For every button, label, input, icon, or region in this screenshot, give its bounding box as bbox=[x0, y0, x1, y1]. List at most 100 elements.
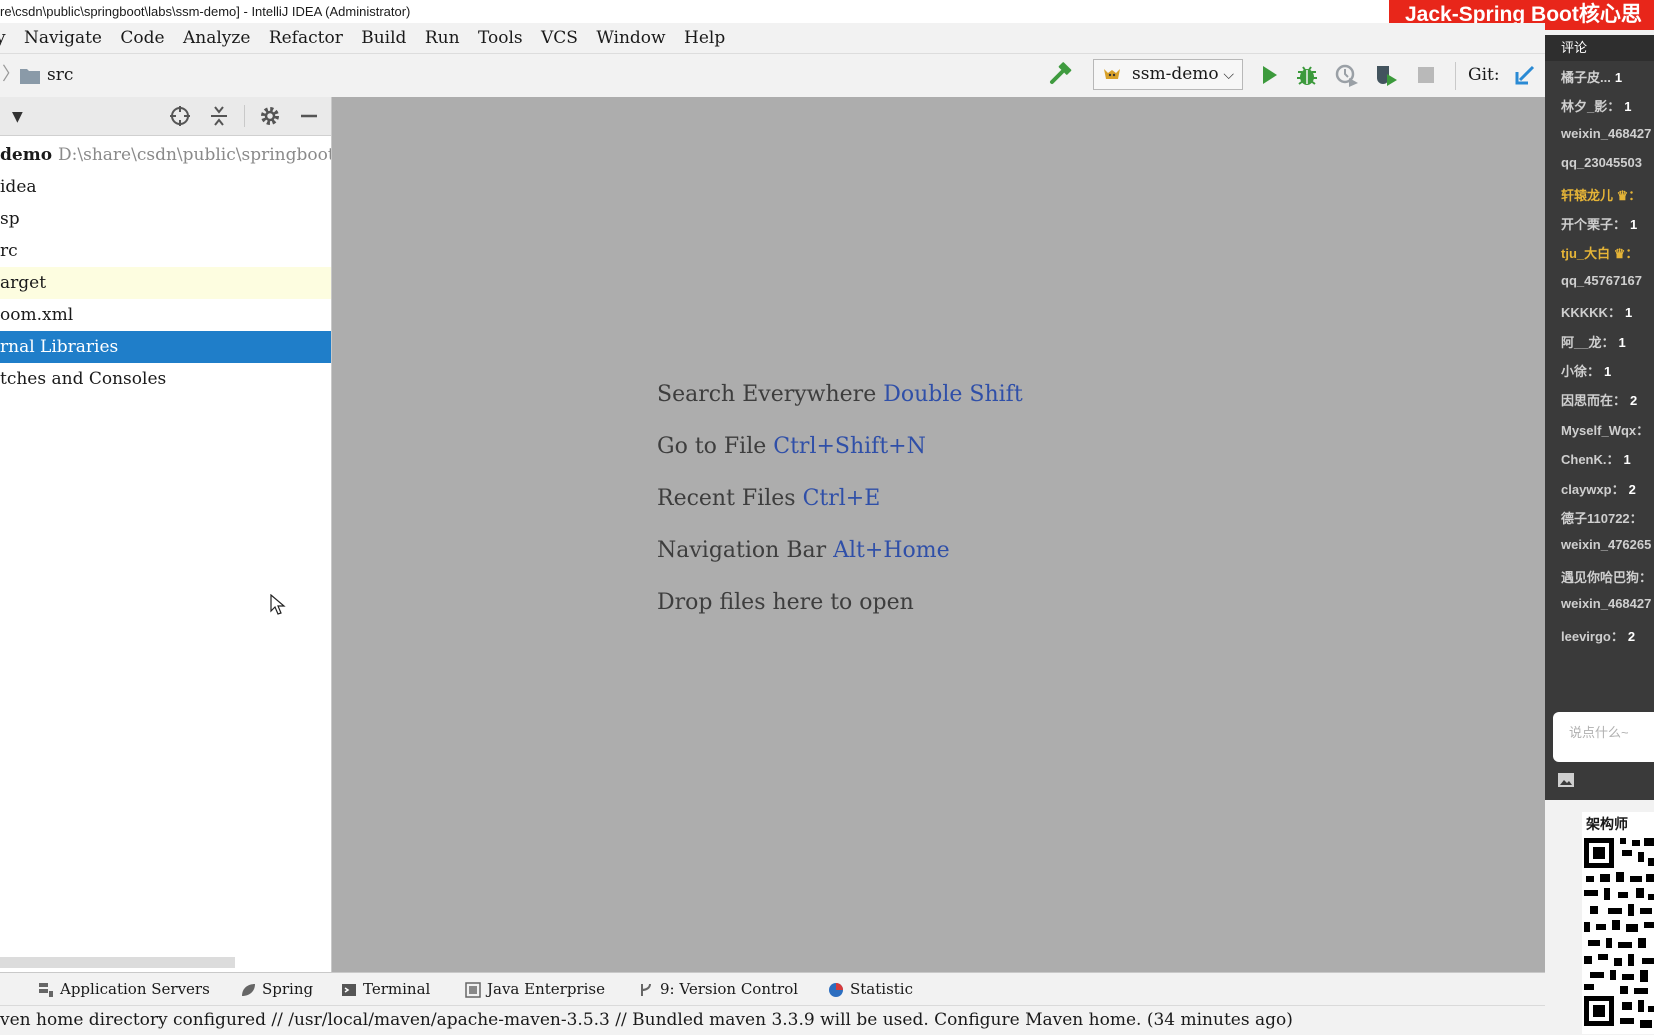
run-configuration-select[interactable]: ssm-demo ⌵ bbox=[1093, 59, 1243, 90]
menu-window[interactable]: Window bbox=[596, 23, 665, 53]
comment-item: 德子110722： bbox=[1561, 508, 1647, 527]
comment-user: 林夕_影： bbox=[1561, 99, 1621, 115]
header-separator bbox=[244, 105, 245, 127]
comment-user: KKKKK： bbox=[1561, 305, 1621, 321]
qr-code-icon bbox=[1584, 838, 1654, 1028]
tool-label: Statistic bbox=[850, 980, 913, 998]
spring-leaf-icon bbox=[242, 984, 255, 996]
editor-empty-area[interactable]: Search Everywhere Double Shift Go to Fil… bbox=[332, 97, 1545, 972]
tree-item-idea[interactable]: idea bbox=[0, 171, 331, 203]
tool-java-enterprise[interactable]: Java Enterprise bbox=[465, 973, 605, 1005]
comment-user: 阿__龙： bbox=[1561, 334, 1615, 350]
toolbar-separator bbox=[1455, 62, 1456, 90]
navigation-toolbar: 〉 src ssm-demo ⌵ Git: bbox=[0, 53, 1545, 99]
menu-code[interactable]: Code bbox=[120, 23, 164, 53]
tree-item-pom-xml[interactable]: oom.xml bbox=[0, 299, 331, 331]
stop-icon[interactable] bbox=[1413, 62, 1439, 88]
comment-item: 橘子皮... 1 bbox=[1561, 67, 1622, 86]
hint-text: Drop files here to open bbox=[657, 590, 914, 615]
debug-bug-icon[interactable] bbox=[1294, 62, 1320, 88]
menu-run[interactable]: Run bbox=[425, 23, 460, 53]
comment-user: tju_大白 ♛： bbox=[1561, 246, 1639, 262]
folder-icon bbox=[20, 69, 40, 84]
comment-item: claywxp： 2 bbox=[1561, 479, 1636, 498]
comment-value: 2 bbox=[1630, 393, 1638, 409]
comment-value: 1 bbox=[1630, 217, 1638, 232]
tree-item-src[interactable]: rc bbox=[0, 235, 331, 267]
menu-build[interactable]: Build bbox=[361, 23, 406, 53]
profile-icon[interactable] bbox=[1373, 62, 1399, 88]
chevron-down-icon[interactable]: ▼ bbox=[12, 109, 23, 125]
tree-item-external-libraries[interactable]: rnal Libraries bbox=[0, 331, 331, 363]
tree-item-jsp[interactable]: sp bbox=[0, 203, 331, 235]
comment-item: 因思而在： 2 bbox=[1561, 390, 1637, 409]
comment-user: weixin_476265 bbox=[1561, 537, 1652, 553]
menu-vcs[interactable]: VCS bbox=[541, 23, 578, 53]
version-control-icon bbox=[641, 983, 651, 996]
horizontal-scrollbar[interactable] bbox=[0, 957, 235, 968]
menu-refactor[interactable]: Refactor bbox=[269, 23, 343, 53]
menu-navigate[interactable]: Navigate bbox=[24, 23, 102, 53]
comment-user: 因思而在： bbox=[1561, 393, 1627, 409]
tree-root-project[interactable]: demo D:\share\csdn\public\springboot\l bbox=[0, 139, 331, 171]
tree-item-target[interactable]: arget bbox=[0, 267, 331, 299]
java-enterprise-icon bbox=[465, 982, 481, 998]
image-upload-icon[interactable] bbox=[1557, 772, 1575, 788]
locate-crosshair-icon[interactable] bbox=[168, 104, 192, 128]
hint-shortcut: Alt+Home bbox=[833, 538, 950, 563]
terminal-icon bbox=[342, 984, 356, 996]
menu-help[interactable]: Help bbox=[684, 23, 725, 53]
comment-item: 遇见你哈巴狗： bbox=[1561, 567, 1654, 586]
tool-spring[interactable]: Spring bbox=[240, 973, 313, 1005]
hint-recent-files: Recent Files Ctrl+E bbox=[657, 485, 880, 513]
mouse-cursor-icon bbox=[270, 594, 286, 615]
comment-user: 小徐： bbox=[1561, 364, 1601, 379]
menu-bar: y Navigate Code Analyze Refactor Build R… bbox=[0, 23, 1545, 53]
comment-user: Myself_Wqx： bbox=[1561, 422, 1650, 438]
status-message[interactable]: ven home directory configured // /usr/lo… bbox=[0, 1010, 1293, 1030]
tool-version-control[interactable]: 9: Version Control bbox=[638, 973, 798, 1005]
hint-text: Search Everywhere bbox=[657, 382, 877, 407]
comment-value: 1 bbox=[1624, 99, 1632, 115]
tool-window-bar: Application Servers Spring Terminal Java… bbox=[0, 972, 1545, 1005]
breadcrumb-src[interactable]: src bbox=[47, 64, 73, 86]
hint-text: Go to File bbox=[657, 434, 767, 459]
tool-terminal[interactable]: Terminal bbox=[341, 973, 430, 1005]
hint-search-everywhere: Search Everywhere Double Shift bbox=[657, 381, 1023, 409]
project-root-path: D:\share\csdn\public\springboot\l bbox=[58, 145, 331, 165]
comment-item: weixin_468427 bbox=[1561, 126, 1654, 141]
tool-application-servers[interactable]: Application Servers bbox=[38, 973, 210, 1005]
run-icon[interactable] bbox=[1256, 62, 1282, 88]
tomcat-icon bbox=[1104, 69, 1120, 79]
comment-input[interactable]: 说点什么~ bbox=[1553, 712, 1654, 762]
comment-item: qq_45767167 bbox=[1561, 273, 1646, 288]
minimize-icon[interactable] bbox=[297, 104, 321, 128]
tree-item-scratches-and-consoles[interactable]: tches and Consoles bbox=[0, 363, 331, 395]
project-tool-window: ▼ demo D:\share\csdn\public\springboot\l … bbox=[0, 97, 332, 972]
comment-item: tju_大白 ♛： bbox=[1561, 243, 1642, 262]
live-comments-panel: 评论 橘子皮... 1 林夕_影： 1 weixin_468427 qq_23045503… bbox=[1545, 35, 1654, 800]
collapse-all-icon[interactable] bbox=[207, 104, 231, 128]
run-with-coverage-icon[interactable] bbox=[1334, 62, 1360, 88]
comment-item: ChenK.： 1 bbox=[1561, 449, 1631, 468]
comment-item: 林夕_影： 1 bbox=[1561, 96, 1631, 115]
menu-view-partial[interactable]: y bbox=[0, 23, 6, 53]
tool-statistic[interactable]: Statistic bbox=[828, 973, 913, 1005]
git-label: Git: bbox=[1468, 65, 1500, 85]
menu-tools[interactable]: Tools bbox=[478, 23, 523, 53]
comment-item: weixin_468427 bbox=[1561, 596, 1654, 611]
comment-user: qq_45767167 bbox=[1561, 272, 1642, 288]
run-configuration-label: ssm-demo bbox=[1132, 64, 1219, 84]
menu-analyze[interactable]: Analyze bbox=[183, 23, 250, 53]
comment-user: ChenK.： bbox=[1561, 452, 1620, 468]
window-title: re\csdn\public\springboot\labs\ssm-demo]… bbox=[0, 4, 411, 19]
comment-user: 德子110722： bbox=[1561, 511, 1643, 526]
comment-user: 遇见你哈巴狗： bbox=[1561, 569, 1653, 585]
comment-user: 轩辕龙儿 ♛： bbox=[1561, 187, 1642, 203]
comment-item: qq_23045503 bbox=[1561, 155, 1646, 170]
gear-icon[interactable] bbox=[258, 104, 282, 128]
qr-code-card: 架构师 bbox=[1582, 812, 1654, 1034]
git-update-icon[interactable] bbox=[1512, 62, 1538, 88]
build-hammer-icon[interactable] bbox=[1048, 62, 1074, 88]
comments-title: 评论 bbox=[1545, 35, 1654, 61]
